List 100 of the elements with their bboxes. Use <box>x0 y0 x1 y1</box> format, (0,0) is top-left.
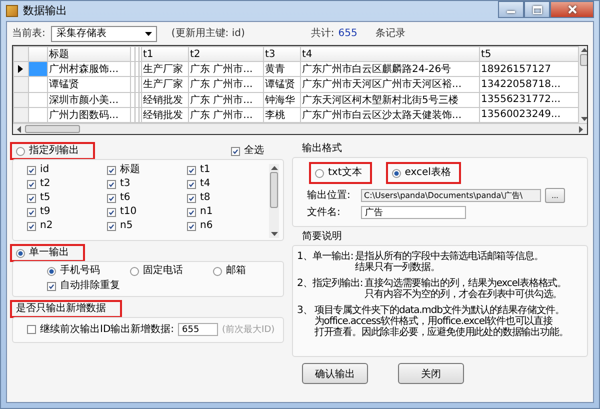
down-arrow-icon <box>270 232 278 236</box>
radio-button[interactable]: 邮箱 <box>213 265 246 277</box>
table-cell: 生产厂家 <box>142 62 188 77</box>
table-cell: 广州村森服饰... <box>48 62 130 77</box>
field-label: 文件名: <box>307 206 342 218</box>
checkbox[interactable]: n6 <box>187 220 267 232</box>
column-header[interactable]: t2 <box>188 46 264 62</box>
radio-button[interactable]: 单一输出 <box>12 246 83 260</box>
checkbox[interactable]: t6 <box>107 192 187 204</box>
action-button[interactable]: 关闭 <box>398 363 464 384</box>
checkbox[interactable]: 标题 <box>107 164 187 176</box>
checkbox[interactable]: 自动排除重复 <box>47 280 120 292</box>
hint-text: (前次最大ID) <box>222 324 275 336</box>
radio-button[interactable]: txt文本 <box>311 164 370 182</box>
checkbox[interactable]: n5 <box>107 220 187 232</box>
table-cell: 广东 广州市... <box>188 76 264 92</box>
radio-button[interactable]: 指定列输出 <box>12 144 93 158</box>
table-cell: 广东广州市白云区麒麟路24-26号 <box>300 62 480 77</box>
field-label: 当前表: <box>12 28 46 40</box>
column-header[interactable]: t4 <box>300 46 480 62</box>
table-cell: 深圳市颜小美... <box>48 92 130 108</box>
left-arrow-icon <box>17 126 21 132</box>
app-icon <box>6 5 18 17</box>
vertical-scrollbar[interactable] <box>579 46 587 123</box>
vertical-scrollbar[interactable] <box>269 164 279 238</box>
header-cell <box>130 46 142 62</box>
table-cell: 广东天河区柯木塱新村北街5号三楼 <box>300 92 480 108</box>
total-count: 655 <box>338 28 358 40</box>
close-button[interactable] <box>550 1 594 18</box>
right-arrow-icon <box>579 126 583 132</box>
up-arrow-icon <box>580 48 587 52</box>
radio-button[interactable]: 固定电话 <box>130 265 183 277</box>
note-text: 为office.access软件格式，用office.excel软件也可以直接 <box>314 316 553 327</box>
checkbox[interactable]: t10 <box>107 206 187 218</box>
note-label: 1、单一输出: <box>297 251 354 264</box>
table-cell: 广东 广州市... <box>188 62 264 77</box>
filename-field[interactable]: 广告 <box>361 206 466 219</box>
table-cell: 谭锰贤 <box>48 76 130 92</box>
checkbox[interactable]: id <box>27 164 107 176</box>
scroll-thumb[interactable] <box>270 172 278 208</box>
note-text: 直接勾选需要输出的列，结果为excel表格格式。 <box>364 278 566 289</box>
table-cell: 广东广州市天河区广州市天河区裕... <box>300 76 480 92</box>
checkbox[interactable]: n1 <box>187 206 267 218</box>
total-label: 共计: <box>310 28 334 40</box>
note-text: 只有内容不为空的列，才会在列表中可供勾选。 <box>364 289 564 300</box>
path-field[interactable]: C:\Users\panda\Documents\panda\广告\ <box>361 189 541 202</box>
note-text: 项目专属文件夹下的data.mdb文件为默认的结果存储文件。 <box>314 305 566 316</box>
checkmark-icon <box>48 282 55 290</box>
id-field[interactable]: 655 <box>178 323 218 336</box>
table-cell: 广东 广州市... <box>188 92 264 108</box>
up-arrow-icon <box>270 166 278 170</box>
table-cell: 黄青 <box>264 62 300 77</box>
note-label: 3、 <box>297 305 312 318</box>
column-header[interactable]: t1 <box>142 46 188 62</box>
scroll-thumb[interactable] <box>25 125 80 133</box>
checkbox[interactable]: t1 <box>187 164 267 176</box>
column-header[interactable]: t3 <box>264 46 300 62</box>
table-cell: 13422058718... <box>480 76 578 92</box>
caret-icon <box>145 32 152 36</box>
field-label: 输出位置: <box>307 190 352 202</box>
table-cell: 生产厂家 <box>142 76 188 92</box>
note-label: 2、指定列输出: <box>297 278 363 291</box>
table-cell: 13556231772... <box>480 92 578 108</box>
column-header[interactable]: 标题 <box>48 46 130 62</box>
checkbox[interactable]: t5 <box>27 192 107 204</box>
down-arrow-icon <box>580 117 587 121</box>
checkbox[interactable]: t2 <box>27 178 107 190</box>
checkbox[interactable]: 继续前次输出ID输出新增数据: <box>27 324 174 336</box>
group-title: 输出格式 <box>302 143 343 155</box>
browse-button[interactable]: ... <box>545 188 565 203</box>
checkbox[interactable]: n2 <box>27 220 107 232</box>
column-header[interactable]: t5 <box>480 46 578 62</box>
close-icon <box>568 5 576 14</box>
note-text: 结果只有一列数据。 <box>355 262 441 273</box>
horizontal-scrollbar[interactable] <box>13 123 587 134</box>
checkbox[interactable]: t4 <box>187 178 267 190</box>
checkbox[interactable]: t8 <box>187 192 267 204</box>
radio-button[interactable]: excel表格 <box>388 164 459 182</box>
minimize-button[interactable] <box>498 1 524 18</box>
table-cell: 18926157127 <box>480 62 578 77</box>
group-title: 是否只输出新增数据 <box>12 302 120 316</box>
checkbox[interactable]: t9 <box>27 206 107 218</box>
action-button[interactable]: 确认输出 <box>302 363 368 384</box>
maximize-icon <box>532 6 542 14</box>
scroll-thumb[interactable] <box>580 54 587 66</box>
checkmark-icon <box>232 148 239 154</box>
checkbox[interactable]: t3 <box>107 178 187 190</box>
header-cell <box>14 46 28 62</box>
unit-label: 条记录 <box>375 28 406 40</box>
right-arrow-icon <box>18 65 23 74</box>
radio-button[interactable]: 手机号码 <box>47 265 100 277</box>
note-text: 打开查看。因此除非必要，应避免使用此处的数据输出功能。 <box>314 327 568 338</box>
checkbox[interactable]: 全选 <box>231 145 264 157</box>
row-header[interactable] <box>14 62 28 77</box>
maximize-button[interactable] <box>524 1 550 18</box>
table-cell: 谭锰贤 <box>264 76 300 92</box>
table-cell: 钟海华 <box>264 92 300 108</box>
table-dropdown[interactable]: 采集存储表 <box>51 26 158 42</box>
window-title: 数据输出 <box>23 5 67 17</box>
header-cell <box>28 46 48 62</box>
